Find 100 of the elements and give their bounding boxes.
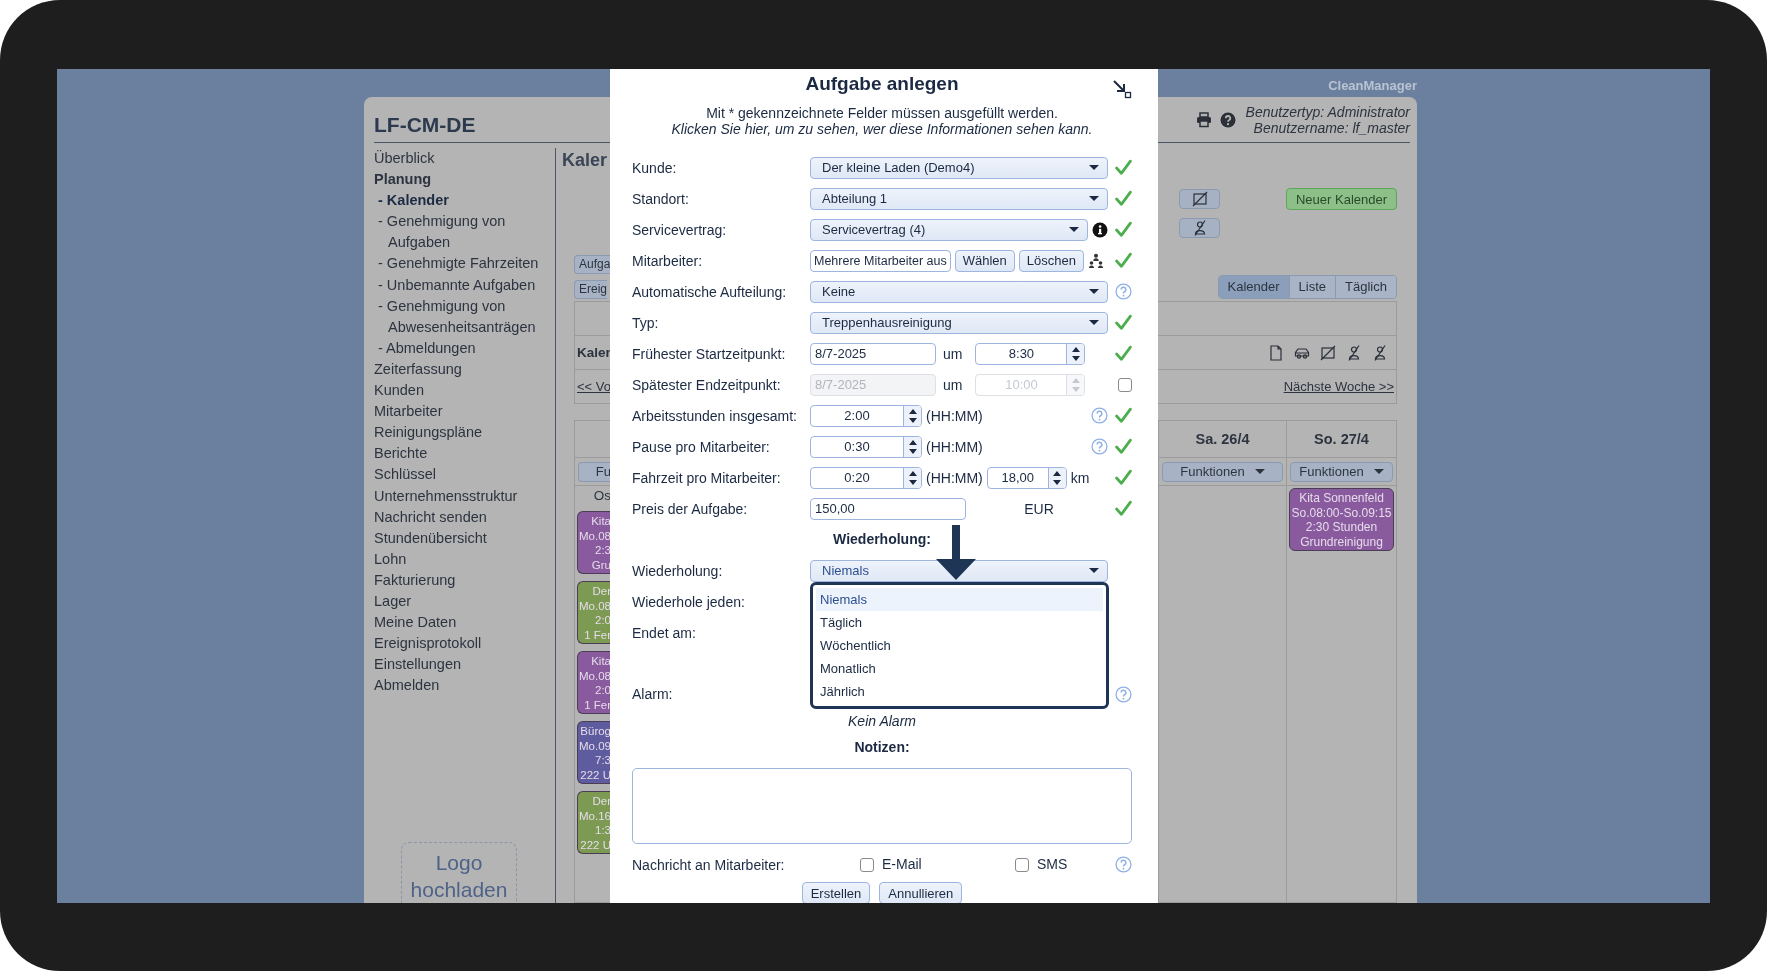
- new-calendar-button[interactable]: Neuer Kalender: [1286, 188, 1397, 210]
- field-label: Servicevertrag:: [632, 221, 727, 238]
- functions-dropdown[interactable]: Fu: [578, 461, 611, 482]
- nav-item[interactable]: - Genehmigung von Aufgaben: [374, 211, 555, 254]
- field-text: um: [943, 345, 963, 362]
- caret-icon: [1089, 196, 1099, 201]
- filter-button[interactable]: Ereig: [574, 280, 607, 299]
- field-label: Wiederholung:: [632, 562, 723, 579]
- nav-item[interactable]: Stundenübersicht: [374, 527, 555, 549]
- functions-dropdown[interactable]: Funktionen: [1162, 461, 1283, 482]
- help-icon[interactable]: [1219, 111, 1236, 128]
- nav-item[interactable]: - Unbemannte Aufgaben: [374, 274, 555, 296]
- option-label: SMS: [1037, 855, 1068, 872]
- nav-item[interactable]: Schlüssel: [374, 464, 555, 486]
- crossed-square-icon[interactable]: [1320, 344, 1336, 361]
- caret-icon[interactable]: [1254, 469, 1265, 474]
- dropdown-option[interactable]: Niemals: [816, 588, 1103, 611]
- crossed-person-icon[interactable]: [1346, 344, 1362, 361]
- date-field[interactable]: 8/7-2025: [810, 342, 936, 365]
- nav-item[interactable]: Mitarbeiter: [374, 401, 555, 423]
- dropdown-option[interactable]: Täglich: [816, 611, 1103, 634]
- event-card[interactable]: Kita Mo.08 2:3 Gru: [577, 511, 611, 574]
- nav-item[interactable]: Abmelden: [374, 675, 555, 697]
- nav-item[interactable]: Lager: [374, 590, 555, 613]
- section-heading: Wiederholung:: [833, 531, 931, 547]
- field-label: Standort:: [632, 190, 689, 207]
- event-card[interactable]: Kita Mo.08 2:0 1 Fer: [577, 651, 611, 714]
- nav-item[interactable]: Einstellungen: [374, 654, 555, 676]
- number-spinner[interactable]: 2:00: [810, 404, 922, 427]
- view-tab[interactable]: Täglich: [1335, 276, 1396, 298]
- checkbox[interactable]: [1118, 377, 1132, 392]
- field-label: Spätester Endzeitpunkt:: [632, 376, 781, 393]
- section-heading: Notizen:: [853, 738, 911, 757]
- nav-item[interactable]: Überblick: [374, 148, 555, 170]
- dropdown-option[interactable]: Wöchentlich: [816, 634, 1103, 657]
- checkbox[interactable]: [860, 857, 874, 872]
- field-label: Arbeitsstunden insgesamt:: [632, 407, 797, 424]
- previous-week-link[interactable]: << Vo: [577, 379, 611, 394]
- page-heading: Kaler: [562, 149, 608, 172]
- next-week-link[interactable]: Nächste Woche >>: [1283, 379, 1394, 394]
- nav-item[interactable]: Nachricht senden: [374, 506, 555, 528]
- dropdown[interactable]: Der kleine Laden (Demo4): [810, 156, 1108, 179]
- info-link[interactable]: Klicken Sie hier, um zu sehen, wer diese Informationen sehen kann.: [632, 121, 1132, 137]
- nav-item[interactable]: - Genehmigte Fahrzeiten: [374, 253, 555, 275]
- action-button[interactable]: Löschen: [1018, 249, 1084, 272]
- nav-item[interactable]: Fakturierung: [374, 569, 555, 591]
- toolbar-button[interactable]: [1179, 189, 1220, 209]
- currency-text: EUR: [1023, 500, 1055, 517]
- nav-item[interactable]: Lohn: [374, 548, 555, 570]
- nav-item[interactable]: Unternehmensstruktur: [374, 485, 555, 507]
- employee-field[interactable]: Mehrere Mitarbeiter aus: [810, 249, 951, 272]
- dropdown[interactable]: Servicevertrag (4): [810, 218, 1088, 241]
- dropdown-option[interactable]: Jährlich: [816, 680, 1103, 703]
- resize-icon[interactable]: [1112, 79, 1132, 99]
- info-icon[interactable]: [1092, 221, 1108, 238]
- nav-item[interactable]: Planung: [374, 169, 555, 191]
- caret-icon: [1089, 165, 1099, 170]
- dropdown[interactable]: Abteilung 1: [810, 187, 1108, 210]
- dialog-button[interactable]: Annullieren: [879, 882, 963, 903]
- nav-item[interactable]: - Abmeldungen: [374, 337, 555, 359]
- event-card[interactable]: Bürog Mo.09 7:3 222 U: [577, 721, 611, 784]
- view-tab[interactable]: Liste: [1288, 276, 1336, 298]
- unit-text: km: [1070, 469, 1090, 486]
- nav-item[interactable]: - Genehmigung von Abwesenheitsanträgen: [374, 295, 555, 338]
- dialog-title: Aufgabe anlegen: [805, 73, 959, 95]
- nav-item[interactable]: Ereignisprotokoll: [374, 633, 555, 655]
- number-spinner[interactable]: 0:20: [810, 466, 922, 489]
- people-icon[interactable]: [1087, 252, 1104, 269]
- view-tab[interactable]: Kalender: [1218, 276, 1289, 298]
- action-button[interactable]: Wählen: [954, 249, 1015, 272]
- field-label: Nachricht an Mitarbeiter:: [632, 856, 786, 873]
- toolbar-button[interactable]: [1179, 218, 1220, 238]
- nav-item[interactable]: Berichte: [374, 443, 555, 465]
- dropdown-option[interactable]: Monatlich: [816, 657, 1103, 680]
- crossed-person-icon[interactable]: [1372, 344, 1388, 361]
- event-card[interactable]: Kita Sonnenfeld So.08:00-So.09:15 2:30 Stunden Grundreinigung: [1289, 488, 1394, 551]
- print-icon[interactable]: [1195, 111, 1212, 128]
- number-spinner[interactable]: 18,00: [986, 466, 1067, 489]
- dropdown[interactable]: Keine: [810, 280, 1108, 303]
- field-label: Alarm:: [632, 685, 673, 704]
- dropdown[interactable]: Treppenhausreinigung: [810, 311, 1108, 334]
- nav-item[interactable]: - Kalender: [374, 190, 555, 212]
- dropdown[interactable]: Niemals: [810, 559, 1108, 582]
- caret-icon[interactable]: [1373, 469, 1384, 474]
- unit-text: (HH:MM): [926, 438, 983, 455]
- brand-label: CleanManager: [1328, 78, 1417, 94]
- filter-button[interactable]: Aufga: [574, 255, 611, 274]
- number-spinner[interactable]: 0:30: [810, 435, 922, 458]
- dialog-button[interactable]: Erstellen: [801, 882, 871, 903]
- checkbox[interactable]: [1015, 857, 1029, 872]
- price-field[interactable]: 150,00: [810, 497, 966, 520]
- doc-icon[interactable]: [1268, 344, 1284, 361]
- nav-item[interactable]: Kunden: [374, 380, 555, 402]
- number-spinner[interactable]: 8:30: [975, 342, 1086, 365]
- notes-field[interactable]: [632, 768, 1132, 844]
- nav-item[interactable]: Reinigungspläne: [374, 422, 555, 444]
- nav-item[interactable]: Meine Daten: [374, 612, 555, 634]
- field-label: Endet am:: [632, 624, 696, 641]
- nav-item[interactable]: Zeiterfassung: [374, 358, 555, 381]
- functions-dropdown[interactable]: Funktionen: [1290, 461, 1393, 482]
